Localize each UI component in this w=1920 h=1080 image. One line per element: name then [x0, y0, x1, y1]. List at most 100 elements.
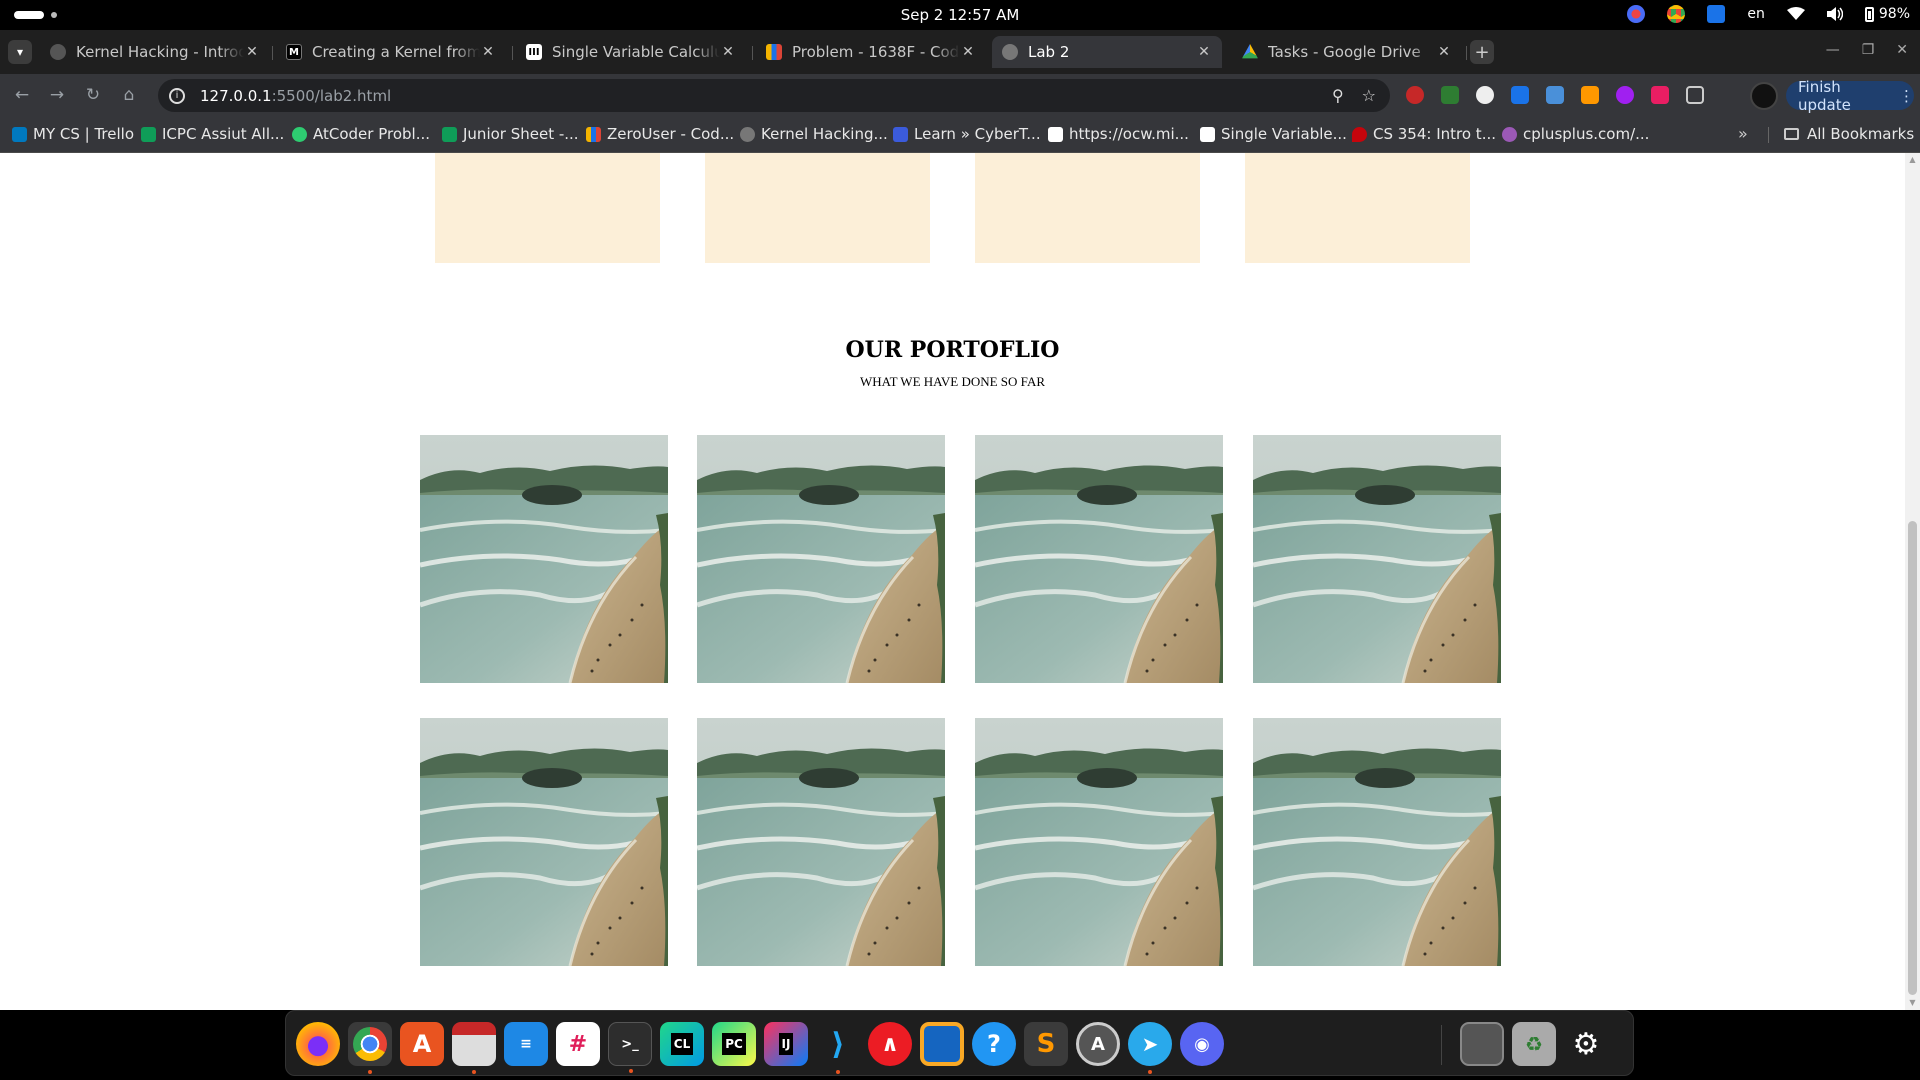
sheets-icon [442, 126, 457, 142]
system-tray[interactable]: en 98% [1627, 5, 1910, 23]
page-scrollbar[interactable]: ▲ ▼ [1905, 153, 1920, 1010]
trash-icon[interactable]: ♻ [1512, 1022, 1556, 1066]
portfolio-image [697, 718, 945, 966]
drive-icon [1242, 44, 1258, 59]
tab-codeforces-problem[interactable]: Problem - 1638F - Codefo ✕ [756, 36, 986, 68]
close-icon[interactable]: ✕ [720, 44, 736, 60]
extension-red-icon[interactable] [1406, 86, 1424, 104]
extension-wiki-icon[interactable] [1476, 86, 1494, 104]
bookmark-item[interactable]: MY CS | Trello [12, 125, 134, 143]
chrome-icon[interactable] [348, 1022, 392, 1074]
profile-avatar[interactable] [1750, 82, 1778, 110]
bookmark-item[interactable]: Single Variable... [1200, 125, 1347, 143]
portfolio-image [1253, 435, 1501, 683]
close-window-icon[interactable]: ✕ [1896, 42, 1908, 58]
authy-icon[interactable]: ∧ [868, 1022, 912, 1066]
finish-update-button[interactable]: Finish update ⋮ [1786, 78, 1914, 114]
minimize-icon[interactable]: — [1826, 42, 1840, 58]
more-bookmarks-icon[interactable]: » [1738, 124, 1748, 143]
close-icon[interactable]: ✕ [1196, 44, 1212, 60]
bookmark-item[interactable]: ZeroUser - Cod... [586, 125, 734, 143]
close-icon[interactable]: ✕ [244, 44, 260, 60]
volume-icon[interactable] [1826, 7, 1843, 21]
tab-title: Kernel Hacking - Introdu [76, 43, 244, 61]
bookmark-item[interactable]: ICPC Assiut All... [141, 125, 284, 143]
site-info-icon[interactable]: i [169, 87, 185, 104]
extensions-puzzle-icon[interactable] [1686, 86, 1704, 104]
ubuntu-icon[interactable]: ⚙ [1564, 1022, 1608, 1066]
download-tray-icon[interactable] [1707, 5, 1726, 23]
bookmark-item[interactable]: cplusplus.com/... [1502, 125, 1649, 143]
sheets-icon [141, 126, 156, 142]
scroll-up-icon[interactable]: ▲ [1908, 156, 1917, 164]
scroll-down-icon[interactable]: ▼ [1908, 999, 1917, 1007]
dock-separator [1441, 1025, 1442, 1065]
extension-pen-icon[interactable] [1581, 86, 1599, 104]
pycharm-icon[interactable]: PC [712, 1022, 756, 1066]
firefox-icon[interactable] [296, 1022, 340, 1066]
bookmark-item[interactable]: Learn » CyberT... [893, 125, 1041, 143]
files-icon[interactable] [452, 1022, 496, 1074]
bookmark-item[interactable]: Kernel Hacking... [740, 125, 888, 143]
virtualbox-icon[interactable] [920, 1022, 964, 1066]
reload-icon[interactable]: ↻ [82, 84, 104, 106]
bookmark-item[interactable]: Junior Sheet -... [442, 125, 579, 143]
bookmark-label: cplusplus.com/... [1523, 125, 1650, 143]
tab-search-button[interactable]: ▾ [8, 40, 32, 64]
tab-kernel-hacking[interactable]: Kernel Hacking - Introdu ✕ [40, 36, 270, 68]
help-icon[interactable]: ? [972, 1022, 1016, 1066]
workspace-indicator [51, 12, 57, 18]
text-editor-icon[interactable]: ≡ [504, 1022, 548, 1066]
bookmark-item[interactable]: https://ocw.mi... [1048, 125, 1189, 143]
tab-lab-2[interactable]: Lab 2 ✕ [992, 36, 1222, 68]
forward-icon[interactable]: → [46, 84, 68, 106]
chrome-tray-icon[interactable] [1667, 5, 1686, 23]
plus-icon: + [1474, 41, 1490, 63]
slack-icon[interactable]: # [556, 1022, 600, 1066]
back-icon[interactable]: ← [11, 84, 33, 106]
battery-percent: 98% [1878, 6, 1910, 22]
codeforces-icon [766, 44, 782, 60]
wifi-icon[interactable] [1786, 7, 1805, 21]
extension-download-icon[interactable] [1511, 86, 1529, 104]
bookmark-item[interactable]: CS 354: Intro t... [1352, 125, 1496, 143]
extensions-row [1406, 86, 1704, 104]
zoom-icon[interactable]: ⚲ [1332, 86, 1344, 105]
telegram-icon[interactable]: ➤ [1128, 1022, 1172, 1074]
vscode-icon[interactable]: ⟩ [816, 1022, 860, 1074]
activities-button[interactable] [14, 11, 57, 19]
globe-icon [50, 44, 66, 60]
discord-icon[interactable]: ◉ [1180, 1022, 1224, 1066]
tab-title: Problem - 1638F - Codefo [792, 43, 960, 61]
new-tab-button[interactable]: + [1470, 40, 1494, 64]
battery-indicator[interactable]: 98% [1864, 6, 1910, 22]
scrollbar-thumb[interactable] [1908, 521, 1917, 995]
close-icon[interactable]: ✕ [960, 44, 976, 60]
bookmark-star-icon[interactable]: ☆ [1362, 86, 1376, 105]
software-updater-icon[interactable]: A [1076, 1022, 1120, 1066]
tab-creating-kernel[interactable]: M Creating a Kernel from S ✕ [276, 36, 506, 68]
bookmark-item[interactable]: AtCoder Probl... [292, 125, 430, 143]
disk-icon[interactable] [1460, 1022, 1504, 1066]
language-indicator[interactable]: en [1747, 6, 1765, 22]
intellij-icon[interactable]: IJ [764, 1022, 808, 1066]
screen-recorder-icon[interactable] [1627, 5, 1646, 23]
address-bar[interactable]: i 127.0.0.1:5500/lab2.html ⚲ ☆ [158, 79, 1390, 112]
terminal-icon[interactable]: >_ [608, 1022, 652, 1073]
close-icon[interactable]: ✕ [480, 44, 496, 60]
sublime-icon[interactable]: S [1024, 1022, 1068, 1066]
clion-icon[interactable]: CL [660, 1022, 704, 1066]
tab-google-drive[interactable]: Tasks - Google Drive ✕ [1232, 36, 1462, 68]
tab-separator [752, 46, 753, 60]
home-icon[interactable]: ⌂ [118, 84, 140, 106]
maximize-icon[interactable]: ❐ [1862, 42, 1875, 58]
extension-pink-icon[interactable] [1651, 86, 1669, 104]
close-icon[interactable]: ✕ [1436, 44, 1452, 60]
extension-purple-icon[interactable] [1616, 86, 1634, 104]
url-text[interactable]: 127.0.0.1:5500/lab2.html [200, 87, 391, 105]
app-center-icon[interactable]: A [400, 1022, 444, 1066]
extension-green-icon[interactable] [1441, 86, 1459, 104]
tab-single-variable-calculus[interactable]: III Single Variable Calculus | ✕ [516, 36, 746, 68]
all-bookmarks-button[interactable]: All Bookmarks [1784, 125, 1914, 143]
extension-blue-icon[interactable] [1546, 86, 1564, 104]
